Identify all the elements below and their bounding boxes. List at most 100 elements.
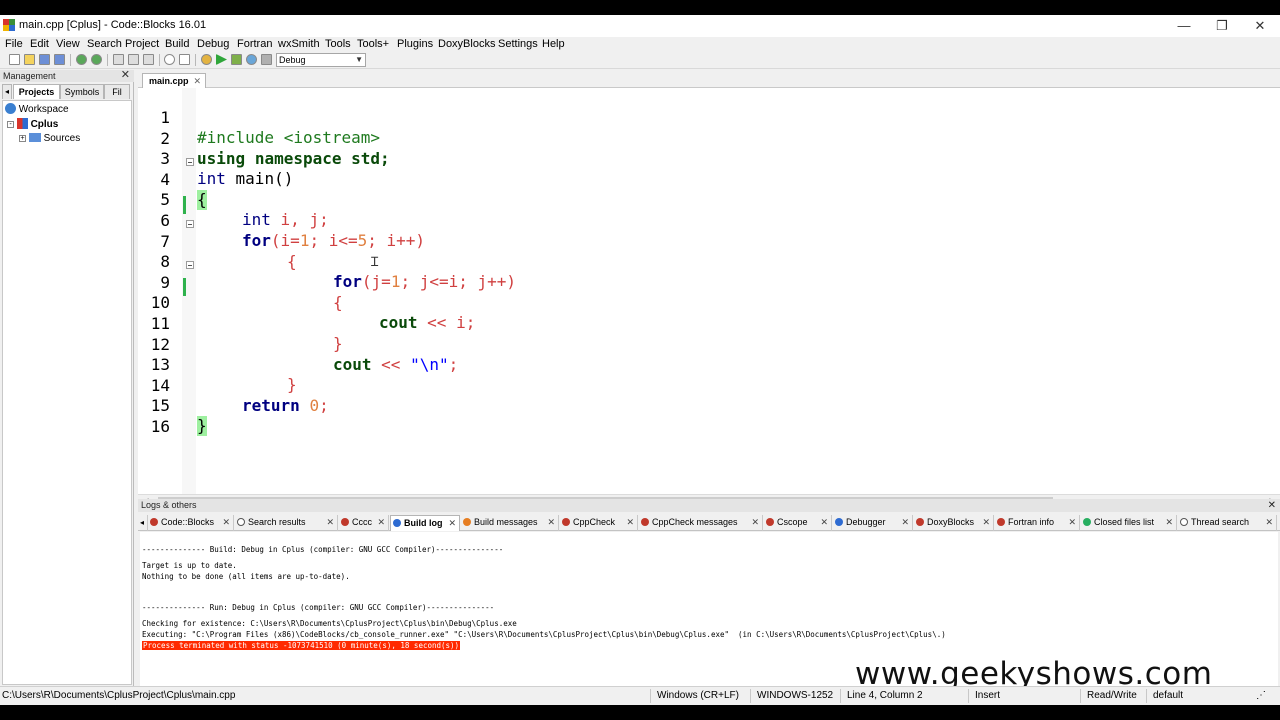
rebuild-icon[interactable] xyxy=(246,54,257,65)
new-file-icon[interactable] xyxy=(9,54,20,65)
tab-search-results[interactable]: Search results ✕ xyxy=(235,515,338,531)
close-tab-icon[interactable]: ✕ xyxy=(222,515,230,530)
code-editor[interactable]: 1 #include <iostream> 2 using namespace … xyxy=(138,88,1280,494)
code-line: 8 for(j=1; j<=i; j++) xyxy=(138,232,1280,291)
menu-tools[interactable]: Tools xyxy=(325,38,351,50)
fortran-icon xyxy=(997,518,1005,526)
tab-thread-search[interactable]: Thread search ✕ xyxy=(1178,515,1277,531)
project-label: Cplus xyxy=(30,119,59,130)
code-line: 6 for(i=1; i<=5; i++) xyxy=(138,191,1280,250)
redo-icon[interactable] xyxy=(91,54,102,65)
menu-help[interactable]: Help xyxy=(542,38,565,50)
run-icon[interactable] xyxy=(216,54,227,65)
close-tab-icon[interactable]: ✕ xyxy=(448,516,456,531)
menu-view[interactable]: View xyxy=(56,38,80,50)
close-tab-icon[interactable]: ✕ xyxy=(1068,515,1076,530)
folder-icon xyxy=(28,133,41,142)
close-icon[interactable]: ✕ xyxy=(121,69,130,81)
tab-doxyblocks[interactable]: DoxyBlocks ✕ xyxy=(914,515,994,531)
undo-icon[interactable] xyxy=(76,54,87,65)
tab-codeblocks[interactable]: Code::Blocks ✕ xyxy=(148,515,234,531)
tab-debugger[interactable]: Debugger ✕ xyxy=(833,515,913,531)
find-icon[interactable] xyxy=(164,54,175,65)
status-file-path: C:\Users\R\Documents\CplusProject\Cplus\… xyxy=(2,690,236,701)
close-tab-icon[interactable]: ✕ xyxy=(193,74,201,88)
minimize-button[interactable]: — xyxy=(1164,15,1204,37)
debugger-icon xyxy=(835,518,843,526)
tab-cscope[interactable]: Cscope ✕ xyxy=(764,515,832,531)
build-target-select[interactable]: Debug ▼ xyxy=(276,53,366,67)
menu-edit[interactable]: Edit xyxy=(30,38,49,50)
tab-cppcheck[interactable]: CppCheck ✕ xyxy=(560,515,638,531)
title-bar: main.cpp [Cplus] - Code::Blocks 16.01 — … xyxy=(0,15,1280,37)
tab-files[interactable]: Fil xyxy=(104,84,130,99)
project-icon xyxy=(16,118,28,129)
tab-label: Build messages xyxy=(474,517,538,527)
menu-settings[interactable]: Settings xyxy=(498,38,538,50)
tab-build-messages[interactable]: Build messages ✕ xyxy=(461,515,559,531)
close-tab-icon[interactable]: ✕ xyxy=(901,515,909,530)
save-icon[interactable] xyxy=(39,54,50,65)
open-file-icon[interactable] xyxy=(24,54,35,65)
copy-icon[interactable] xyxy=(128,54,139,65)
menu-tools-plus[interactable]: Tools+ xyxy=(357,38,389,50)
save-all-icon[interactable] xyxy=(54,54,65,65)
chevron-down-icon: ▼ xyxy=(355,55,363,64)
close-tab-icon[interactable]: ✕ xyxy=(547,515,555,530)
menu-search[interactable]: Search xyxy=(87,38,122,50)
collapse-icon[interactable]: - xyxy=(7,121,14,128)
log-line: Executing: "C:\Program Files (x86)\CodeB… xyxy=(142,630,946,639)
toolbar-separator xyxy=(159,54,160,66)
expand-icon[interactable]: + xyxy=(19,135,26,142)
paste-icon[interactable] xyxy=(143,54,154,65)
menu-wxsmith[interactable]: wxSmith xyxy=(278,38,320,50)
close-tab-icon[interactable]: ✕ xyxy=(1265,515,1273,530)
close-tab-icon[interactable]: ✕ xyxy=(326,515,334,530)
close-icon[interactable]: ✕ xyxy=(1268,499,1276,512)
codeblocks-app-icon xyxy=(3,19,15,31)
menu-file[interactable]: File xyxy=(5,38,23,50)
status-cursor-position: Line 4, Column 2 xyxy=(847,690,923,701)
close-button[interactable]: ✕ xyxy=(1240,15,1280,37)
menu-doxyblocks[interactable]: DoxyBlocks xyxy=(438,38,495,50)
status-access: Read/Write xyxy=(1087,690,1137,701)
close-tab-icon[interactable]: ✕ xyxy=(982,515,990,530)
menu-build[interactable]: Build xyxy=(165,38,189,50)
replace-icon[interactable] xyxy=(179,54,190,65)
close-tab-icon[interactable]: ✕ xyxy=(820,515,828,530)
tab-projects[interactable]: Projects xyxy=(13,84,60,99)
tree-item-workspace[interactable]: Workspace xyxy=(5,103,69,115)
menu-debug[interactable]: Debug xyxy=(197,38,229,50)
build-gear-icon[interactable] xyxy=(201,54,212,65)
tab-fortran-info[interactable]: Fortran info ✕ xyxy=(995,515,1080,531)
tab-closed-files-list[interactable]: Closed files list ✕ xyxy=(1081,515,1177,531)
tab-label: Build log xyxy=(404,518,443,528)
tree-item-project[interactable]: - Cplus xyxy=(7,118,58,130)
menu-project[interactable]: Project xyxy=(125,38,159,50)
restore-button[interactable]: ❐ xyxy=(1202,15,1242,37)
tree-item-sources[interactable]: + Sources xyxy=(19,133,80,144)
tab-scroll-left-icon[interactable]: ◂ xyxy=(140,515,148,531)
menu-fortran[interactable]: Fortran xyxy=(237,38,272,50)
tab-cppcheck-messages[interactable]: CppCheck messages ✕ xyxy=(639,515,763,531)
build-and-run-icon[interactable] xyxy=(231,54,242,65)
tab-main-cpp[interactable]: main.cpp ✕ xyxy=(142,73,206,89)
editor-tab-bar: main.cpp ✕ xyxy=(138,70,1280,89)
status-separator xyxy=(840,689,841,703)
abort-icon[interactable] xyxy=(261,54,272,65)
tab-scroll-left-icon[interactable]: ◂ xyxy=(2,84,12,99)
tab-build-log[interactable]: Build log ✕ xyxy=(390,515,460,531)
close-tab-icon[interactable]: ✕ xyxy=(1165,515,1173,530)
tab-symbols[interactable]: Symbols xyxy=(60,84,104,99)
build-messages-icon xyxy=(463,518,471,526)
cut-icon[interactable] xyxy=(113,54,124,65)
resize-grip-icon[interactable]: ⋰ xyxy=(1256,690,1266,701)
close-tab-icon[interactable]: ✕ xyxy=(751,515,759,530)
close-tab-icon[interactable]: ✕ xyxy=(626,515,634,530)
code-line: 9 { Ɪ xyxy=(138,253,1280,312)
logs-title: Logs & others xyxy=(141,500,197,510)
close-tab-icon[interactable]: ✕ xyxy=(377,515,385,530)
status-insert-mode: Insert xyxy=(975,690,1001,701)
menu-plugins[interactable]: Plugins xyxy=(397,38,433,50)
tab-cccc[interactable]: Cccc ✕ xyxy=(339,515,389,531)
